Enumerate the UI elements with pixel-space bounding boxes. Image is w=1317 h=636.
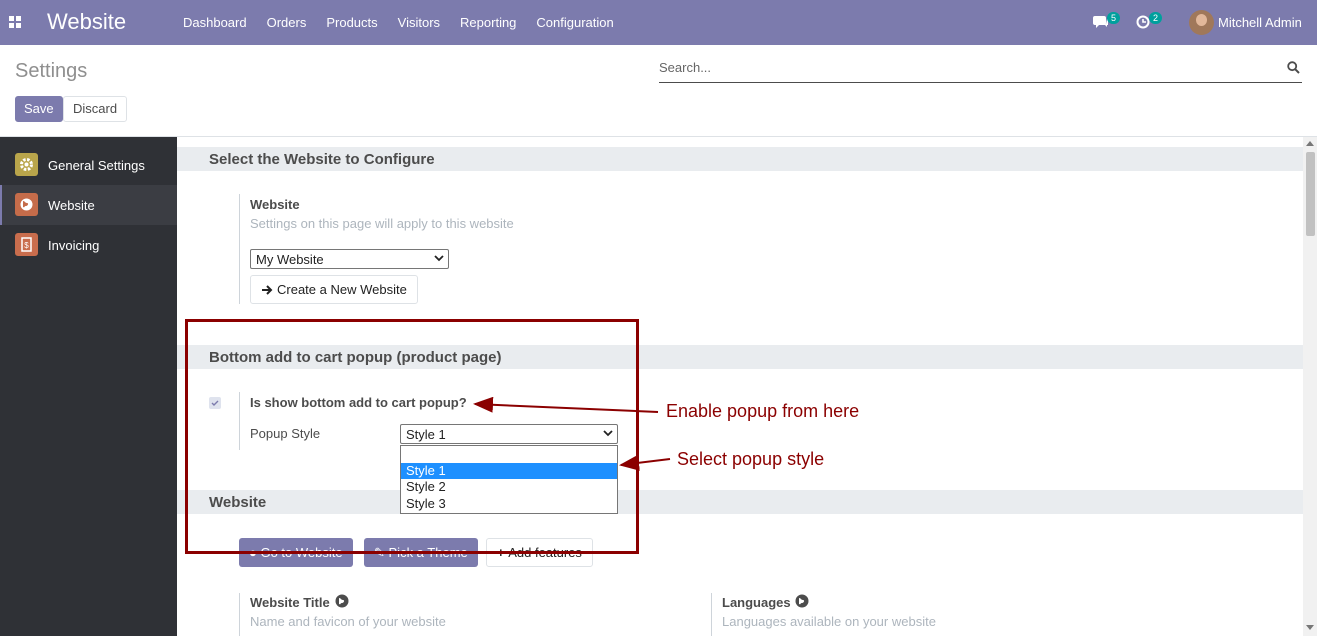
arrow-enable: [473, 396, 659, 413]
annotation-arrows: [473, 396, 671, 471]
annotation-enable-text: Enable popup from here: [666, 401, 860, 421]
arrow-select: [619, 454, 671, 471]
annotation-select-text: Select popup style: [677, 449, 825, 469]
